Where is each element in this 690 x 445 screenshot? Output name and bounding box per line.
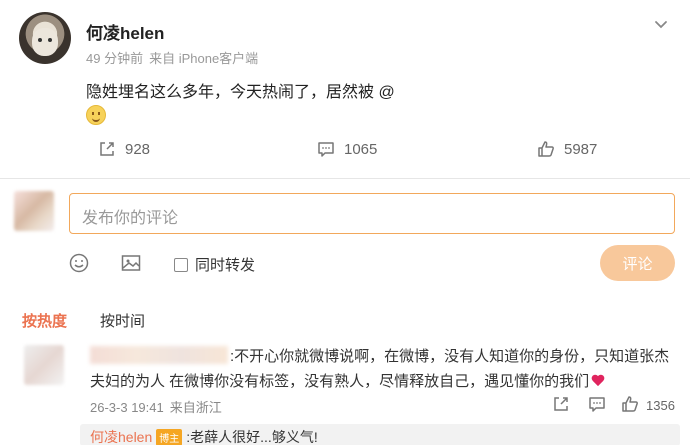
avatar-face <box>32 28 58 56</box>
comment-time: 26-3-3 19:41 <box>90 400 164 415</box>
thumbs-up-icon <box>622 396 638 412</box>
commenter-avatar[interactable] <box>24 345 64 385</box>
section-divider <box>0 178 690 179</box>
like-count: 5987 <box>564 140 598 158</box>
repost-label: 同时转发 <box>195 257 256 274</box>
reply-content: 何凌helen 博主 :老薛人很好...够义气! <box>90 427 318 445</box>
smiley-icon <box>69 253 89 273</box>
chevron-down-icon <box>655 21 667 29</box>
comment-icon <box>589 397 605 412</box>
share-count: 928 <box>125 140 151 158</box>
share-icon <box>554 397 568 411</box>
comment-reply-button[interactable] <box>587 394 607 414</box>
repost-checkbox[interactable] <box>174 257 188 272</box>
share-icon <box>100 142 114 156</box>
comment-button[interactable]: 1065 <box>316 138 377 160</box>
post-source: 来自 iPhone客户端 <box>149 51 259 66</box>
author-badge: 博主 <box>156 428 183 445</box>
share-button[interactable]: 928 <box>97 138 150 160</box>
reply-preview[interactable]: 何凌helen 博主 :老薛人很好...够义气! <box>80 424 680 445</box>
avatar-eye-left <box>38 38 42 42</box>
tab-sort-time[interactable]: 按时间 <box>100 310 145 331</box>
comment-text-content: :不开心你就微博说啊，在微博，没有人知道你的身份，只知道张杰夫妇的为人 在微博你… <box>90 348 670 390</box>
comment-count: 1065 <box>344 140 378 158</box>
comment-share-button[interactable] <box>551 394 571 414</box>
post-card: 何凌helen 49 分钟前 来自 iPhone客户端 隐姓埋名这么多年，今天热闹… <box>0 0 690 178</box>
tab-sort-hot[interactable]: 按热度 <box>22 310 67 331</box>
comment-icon <box>318 142 334 157</box>
avatar-eye-right <box>48 38 52 42</box>
thumbs-up-icon <box>538 141 554 157</box>
comment-meta: 26-3-3 19:41 来自浙江 <box>90 397 222 416</box>
image-icon <box>121 255 141 271</box>
comment-like-button[interactable] <box>620 394 640 414</box>
heart-emoji-icon <box>591 375 605 387</box>
image-upload-button[interactable] <box>120 252 142 274</box>
smile-emoji-icon <box>86 105 106 125</box>
like-button[interactable]: 5987 <box>536 138 597 160</box>
my-avatar <box>14 191 54 231</box>
emoji-picker-button[interactable] <box>68 252 90 274</box>
comment-location: 来自浙江 <box>169 400 222 415</box>
author-name[interactable]: 何凌helen <box>86 19 164 44</box>
comment-text: :不开心你就微博说啊，在微博，没有人知道你的身份，只知道张杰夫妇的为人 在微博你… <box>90 344 680 394</box>
submit-comment-button[interactable]: 评论 <box>600 245 675 281</box>
comment-input[interactable]: 发布你的评论 <box>69 193 675 234</box>
more-menu-button[interactable] <box>651 14 671 34</box>
post-text: 隐姓埋名这么多年，今天热闹了，居然被 @ <box>86 84 395 101</box>
author-avatar[interactable] <box>19 12 71 64</box>
reply-text: :老薛人很好...够义气! <box>186 429 318 445</box>
reply-author[interactable]: 何凌helen <box>90 427 152 445</box>
post-time[interactable]: 49 分钟前 <box>86 51 143 66</box>
post-meta: 49 分钟前 来自 iPhone客户端 <box>86 48 258 67</box>
comment-like-count: 1356 <box>646 398 675 413</box>
repost-toggle[interactable]: 同时转发 <box>174 254 255 275</box>
